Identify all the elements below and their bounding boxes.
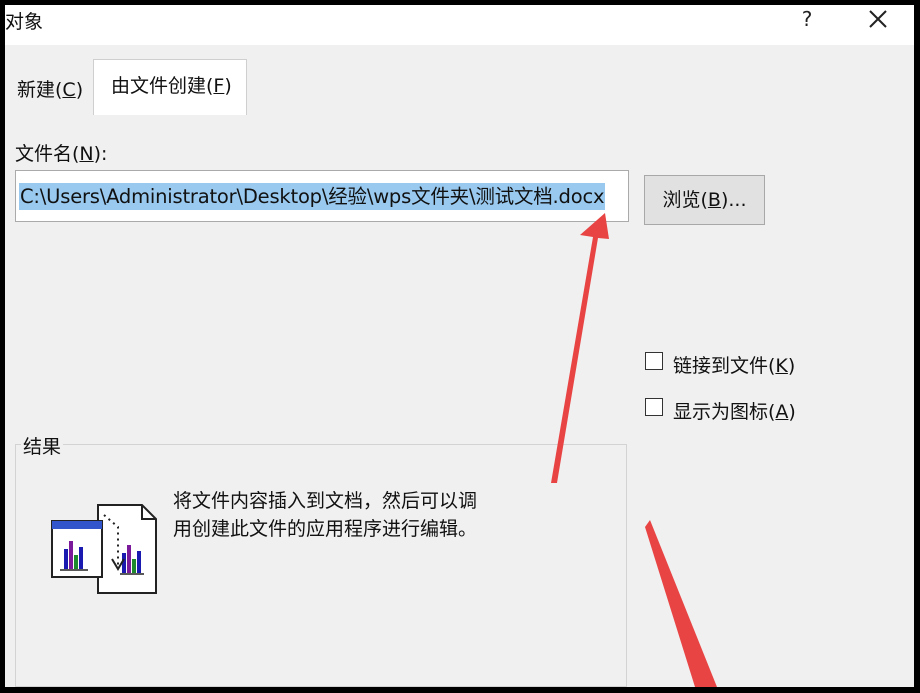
tab-label: 新建( (17, 79, 63, 101)
browse-button[interactable]: 浏览(B)... (644, 175, 765, 225)
link-label-end: ) (787, 355, 796, 377)
result-description-line: 用创建此文件的应用程序进行编辑。 (173, 518, 478, 540)
close-button[interactable] (863, 5, 893, 35)
dialog-title: 对象 (5, 11, 44, 33)
result-label: 结果 (21, 432, 64, 459)
link-to-file-label: 链接到文件(K) (673, 351, 795, 378)
icon-accesskey: A (775, 401, 789, 423)
result-description-line: 将文件内容插入到文档，然后可以调 (173, 490, 478, 512)
tab-label-end: ) (224, 75, 232, 97)
filename-label: 文件名(N): (15, 139, 107, 166)
filename-value: C:\Users\Administrator\Desktop\经验\wps文件夹… (19, 183, 606, 210)
close-icon (869, 10, 887, 28)
link-to-file-box[interactable] (645, 352, 663, 370)
link-label-text: 链接到文件( (673, 355, 776, 377)
create-from-file-panel: 文件名(N): C:\Users\Administrator\Desktop\经… (5, 115, 914, 687)
help-button[interactable]: ? (795, 7, 819, 33)
icon-label-text: 显示为图标( (673, 401, 776, 423)
screenshot-frame: 对象 ? 新建(C) 由文件创建(F) 文件名(N): C:\Users\Adm… (0, 0, 920, 693)
tab-label-end: ) (75, 79, 84, 101)
link-accesskey: K (775, 355, 788, 377)
display-as-icon-label: 显示为图标(A) (673, 397, 796, 424)
tab-accesskey: C (62, 79, 76, 101)
tab-accesskey: F (213, 75, 225, 97)
insert-file-icon (51, 504, 157, 594)
tab-label: 由文件创建( (111, 75, 214, 97)
title-bar: 对象 ? (5, 5, 914, 45)
filename-accesskey: N (79, 143, 94, 165)
filename-field[interactable]: C:\Users\Administrator\Desktop\经验\wps文件夹… (15, 170, 629, 222)
tab-strip: 新建(C) 由文件创建(F) (5, 45, 914, 117)
tab-create-from-file[interactable]: 由文件创建(F) (93, 59, 247, 117)
filename-label-text: 文件名( (15, 143, 80, 165)
tab-create-new[interactable]: 新建(C) (5, 65, 93, 115)
object-dialog: 对象 ? 新建(C) 由文件创建(F) 文件名(N): C:\Users\Adm… (5, 5, 914, 687)
display-as-icon-box[interactable] (645, 398, 663, 416)
filename-label-end: ): (93, 143, 108, 165)
browse-label: 浏览( (662, 189, 708, 211)
icon-label-end: ) (788, 401, 796, 423)
browse-accesskey: B (707, 189, 721, 211)
browse-label-end: )... (720, 189, 747, 211)
result-description: 将文件内容插入到文档，然后可以调 用创建此文件的应用程序进行编辑。 (173, 487, 513, 543)
